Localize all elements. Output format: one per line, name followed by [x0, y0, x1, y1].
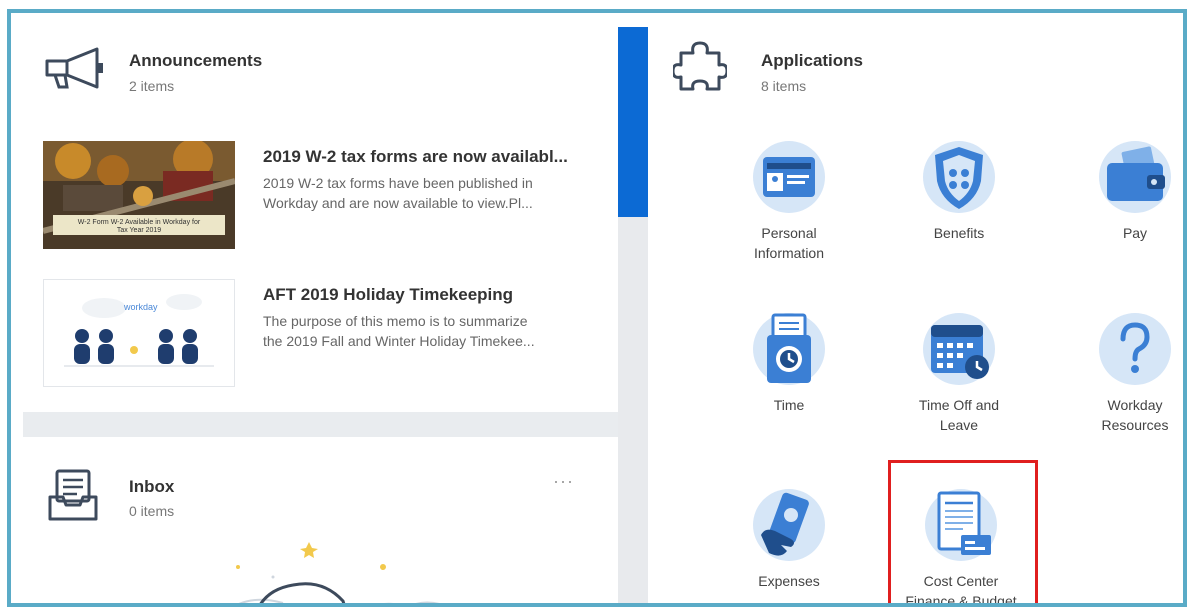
app-time-off-and-leave[interactable]: Time Off and Leave — [889, 311, 1029, 461]
app-benefits[interactable]: Benefits — [889, 139, 1029, 289]
calendar-icon — [923, 313, 995, 385]
app-label-line: Pay — [1122, 225, 1148, 241]
announcement-desc-line: 2019 W-2 tax forms have been published i… — [263, 175, 533, 191]
announcements-card: Announcements 2 items W-2 Form W-2 Avail… — [23, 27, 618, 412]
app-label: Time Off and Leave — [889, 395, 1029, 435]
empty-inbox-illustration — [236, 542, 440, 603]
announcements-count: 2 items — [129, 78, 175, 94]
app-label: Time — [719, 395, 859, 415]
app-time[interactable]: Time — [719, 311, 859, 461]
wallet-icon — [1099, 141, 1171, 213]
highlight-annotation — [888, 460, 1038, 603]
app-label: Personal Information — [719, 223, 859, 263]
thumbnail-logo-text: workday — [123, 302, 158, 312]
people-illustration-image: workday — [44, 280, 234, 386]
applications-count: 8 items — [761, 78, 807, 94]
scrollbar-thumb[interactable] — [618, 27, 648, 217]
app-label-line: Leave — [939, 417, 979, 433]
app-label: Pay — [1065, 223, 1183, 243]
app-label: Benefits — [889, 223, 1029, 243]
megaphone-icon — [45, 47, 103, 89]
id-card-icon — [753, 141, 825, 213]
app-label-line: Information — [753, 245, 825, 261]
announcement-desc-line: The purpose of this memo is to summarize — [263, 313, 528, 329]
time-clock-icon — [753, 313, 825, 385]
announcements-title: Announcements — [129, 51, 263, 70]
announcement-item[interactable]: workday AFT 2019 Holiday Timekeeping The… — [43, 279, 603, 391]
app-label-line: Workday — [1107, 397, 1163, 413]
app-label-line: Time — [773, 397, 805, 413]
app-label: Workday Resources — [1065, 395, 1183, 435]
announcement-thumbnail[interactable]: workday — [43, 279, 235, 387]
announcement-description: 2019 W-2 tax forms have been published i… — [263, 173, 583, 213]
puzzle-piece-icon — [673, 41, 727, 91]
shield-icon — [923, 141, 995, 213]
more-options-button[interactable]: ··· — [553, 471, 574, 492]
app-pay[interactable]: Pay — [1065, 139, 1183, 289]
question-icon — [1099, 313, 1171, 385]
inbox-card: Inbox 0 items ··· — [23, 437, 618, 603]
app-label: Expenses — [719, 571, 859, 591]
app-label-line: Expenses — [758, 573, 820, 589]
announcement-thumbnail[interactable]: W-2 Form W-2 Available in Workday for Ta… — [43, 141, 235, 249]
hand-card-icon — [753, 489, 825, 561]
app-label-line: Personal — [761, 225, 817, 241]
applications-card: Applications 8 items Personal Informatio… — [651, 27, 1183, 603]
app-expenses[interactable]: Expenses — [719, 487, 859, 603]
applications-title: Applications — [761, 51, 864, 70]
announcement-desc-line: Workday and are now available to view.Pl… — [263, 195, 533, 211]
app-label-line: Benefits — [933, 225, 985, 241]
announcement-description: The purpose of this memo is to summarize… — [263, 311, 583, 351]
announcement-title[interactable]: AFT 2019 Holiday Timekeeping — [263, 285, 593, 305]
app-workday-resources[interactable]: Workday Resources — [1065, 311, 1183, 461]
announcement-item[interactable]: W-2 Form W-2 Available in Workday for Ta… — [43, 141, 603, 253]
app-label-line: Resources — [1101, 417, 1169, 433]
app-label-line: Time Off and — [918, 397, 1000, 413]
app-personal-information[interactable]: Personal Information — [719, 139, 859, 289]
announcement-title[interactable]: 2019 W-2 tax forms are now availabl... — [263, 147, 593, 167]
inbox-title: Inbox — [129, 477, 175, 496]
thumbnail-caption: W-2 Form W-2 Available in Workday for — [78, 219, 201, 226]
city-photo-image: W-2 Form W-2 Available in Workday for Ta… — [43, 141, 235, 249]
scrollbar-track[interactable] — [618, 27, 648, 603]
thumbnail-caption: Tax Year 2019 — [117, 227, 161, 234]
inbox-count: 0 items — [129, 503, 175, 519]
dashboard-frame: Announcements 2 items W-2 Form W-2 Avail… — [7, 9, 1187, 607]
inbox-tray-icon — [48, 469, 98, 521]
announcement-desc-line: the 2019 Fall and Winter Holiday Timekee… — [263, 333, 535, 349]
left-column: Announcements 2 items W-2 Form W-2 Avail… — [23, 27, 648, 603]
